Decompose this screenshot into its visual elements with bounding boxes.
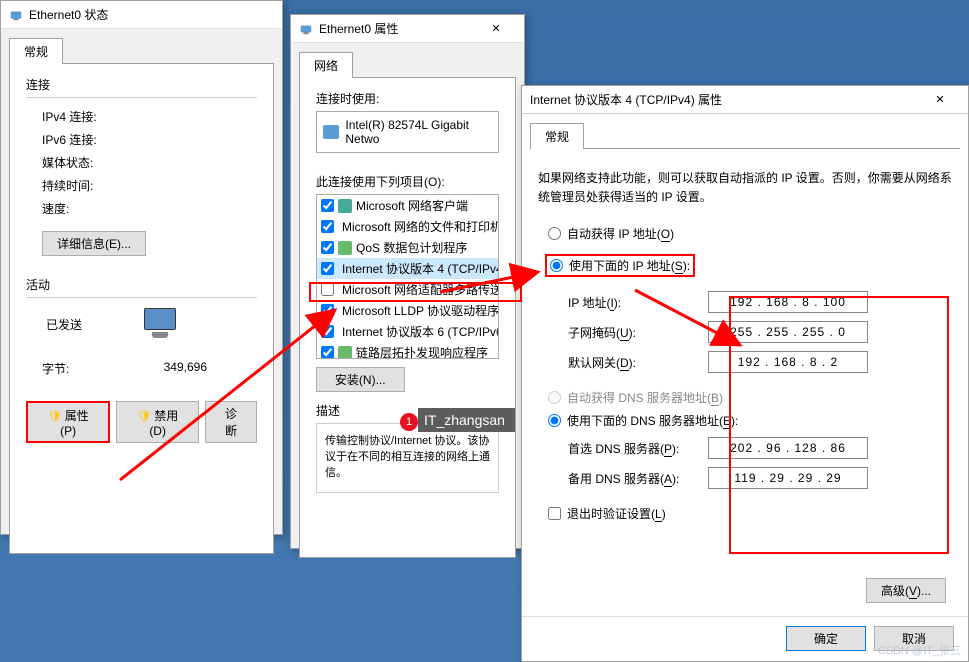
protocol-checkbox[interactable] [321, 220, 334, 233]
protocol-label: Microsoft 网络客户端 [356, 197, 468, 214]
connect-using-label: 连接时使用: [316, 90, 499, 107]
protocol-checkbox[interactable] [321, 241, 334, 254]
validate-checkbox-row[interactable]: 退出时验证设置(L) [548, 505, 952, 522]
protocol-label: Microsoft 网络适配器多路传送 [342, 281, 499, 298]
dns2-input[interactable]: 119 . 29 . 29 . 29 [708, 467, 868, 489]
monitor-icon [141, 308, 179, 340]
ethernet-icon [299, 22, 313, 36]
protocol-label: Microsoft LLDP 协议驱动程序 [342, 302, 499, 319]
titlebar[interactable]: Ethernet0 属性 [291, 15, 524, 43]
use-ip-radio-row[interactable]: 使用下面的 IP 地址(S): [545, 254, 695, 277]
protocol-item-1[interactable]: Microsoft 网络的文件和打印机 [317, 216, 498, 237]
status-window: Ethernet0 状态 常规 连接 IPv4 连接: IPv6 连接: 媒体状… [0, 0, 283, 535]
auto-ip-radio-row[interactable]: 自动获得 IP 地址(O) [548, 225, 952, 242]
adapter-box[interactable]: Intel(R) 82574L Gigabit Netwo [316, 111, 499, 153]
use-dns-label: 使用下面的 DNS 服务器地址(E): [567, 412, 738, 429]
description-text: 传输控制协议/Internet 协议。该协议于在不同的相互连接的网络上通信。 [316, 423, 499, 493]
protocol-checkbox[interactable] [321, 346, 334, 359]
adapter-icon [323, 125, 339, 139]
protocol-checkbox[interactable] [321, 262, 334, 275]
protocol-item-2[interactable]: QoS 数据包计划程序 [317, 237, 498, 258]
ip-address-input[interactable]: 192 . 168 . 8 . 100 [708, 291, 868, 313]
protocol-checkbox[interactable] [321, 283, 334, 296]
uses-items-label: 此连接使用下列项目(O): [316, 173, 499, 190]
protocol-label: Microsoft 网络的文件和打印机 [342, 218, 499, 235]
protocol-label: 链路层拓扑发现响应程序 [356, 344, 488, 359]
description-text: 如果网络支持此功能，则可以获取自动指派的 IP 设置。否则，你需要从网络系统管理… [538, 169, 952, 207]
protocol-label: Internet 协议版本 4 (TCP/IPv4) [342, 260, 499, 277]
advanced-button[interactable]: 高级(V)... [866, 578, 946, 603]
details-button[interactable]: 详细信息(E)... [42, 231, 146, 256]
protocol-icon [338, 199, 352, 213]
watermark-tag: IT_zhangsan [418, 408, 515, 432]
titlebar[interactable]: Ethernet0 状态 [1, 1, 282, 29]
protocol-list[interactable]: Microsoft 网络客户端 Microsoft 网络的文件和打印机 QoS 数据… [316, 194, 499, 359]
gateway-label: 默认网关(D): [568, 354, 708, 371]
titlebar[interactable]: Internet 协议版本 4 (TCP/IPv4) 属性 [522, 86, 968, 114]
disable-button[interactable]: 🛡禁用(D) [116, 401, 199, 443]
protocol-checkbox[interactable] [321, 325, 334, 338]
protocol-item-7[interactable]: 链路层拓扑发现响应程序 [317, 342, 498, 359]
auto-dns-radio [548, 391, 561, 404]
protocol-checkbox[interactable] [321, 304, 334, 317]
close-button[interactable] [920, 87, 960, 113]
protocol-item-4[interactable]: Microsoft 网络适配器多路传送 [317, 279, 498, 300]
auto-ip-label: 自动获得 IP 地址(O) [567, 225, 674, 242]
protocol-item-6[interactable]: Internet 协议版本 6 (TCP/IPv6) [317, 321, 498, 342]
properties-button[interactable]: 🛡属性(P) [26, 401, 110, 443]
annotation-badge-1: 1 [400, 413, 418, 431]
subnet-input[interactable]: 255 . 255 . 255 . 0 [708, 321, 868, 343]
ipv4-label: IPv4 连接: [26, 108, 176, 125]
install-button[interactable]: 安装(N)... [316, 367, 405, 392]
ipv6-label: IPv6 连接: [26, 131, 176, 148]
bytes-sent-value: 349,696 [164, 360, 207, 377]
speed-label: 速度: [26, 200, 176, 217]
use-dns-radio-row[interactable]: 使用下面的 DNS 服务器地址(E): [548, 412, 952, 429]
media-label: 媒体状态: [26, 154, 176, 171]
protocol-icon [338, 241, 352, 255]
auto-dns-radio-row: 自动获得 DNS 服务器地址(B) [548, 389, 952, 406]
diagnose-button[interactable]: 诊断 [205, 401, 257, 443]
window-title: Internet 协议版本 4 (TCP/IPv4) 属性 [530, 91, 920, 108]
ip-address-label: IP 地址(I): [568, 294, 708, 311]
tab-general[interactable]: 常规 [9, 38, 63, 64]
tcpip-window: Internet 协议版本 4 (TCP/IPv4) 属性 常规 如果网络支持此… [521, 85, 969, 662]
activity-section-label: 活动 [26, 276, 257, 293]
close-button[interactable] [476, 16, 516, 42]
dns1-label: 首选 DNS 服务器(P): [568, 440, 708, 457]
use-dns-radio[interactable] [548, 414, 561, 427]
dns2-label: 备用 DNS 服务器(A): [568, 470, 708, 487]
validate-checkbox[interactable] [548, 507, 561, 520]
protocol-icon [338, 346, 352, 360]
protocol-label: QoS 数据包计划程序 [356, 239, 467, 256]
use-ip-label: 使用下面的 IP 地址(S): [569, 257, 690, 274]
gateway-input[interactable]: 192 . 168 . 8 . 2 [708, 351, 868, 373]
sent-label: 已发送 [46, 316, 82, 333]
adapter-name: Intel(R) 82574L Gigabit Netwo [345, 118, 492, 146]
ok-button[interactable]: 确定 [786, 626, 866, 651]
tab-general[interactable]: 常规 [530, 123, 584, 149]
auto-dns-label: 自动获得 DNS 服务器地址(B) [567, 389, 723, 406]
protocol-checkbox[interactable] [321, 199, 334, 212]
bytes-label: 字节: [26, 360, 164, 377]
protocol-item-3[interactable]: Internet 协议版本 4 (TCP/IPv4) [317, 258, 498, 279]
protocol-label: Internet 协议版本 6 (TCP/IPv6) [342, 323, 499, 340]
duration-label: 持续时间: [26, 177, 176, 194]
auto-ip-radio[interactable] [548, 227, 561, 240]
use-ip-radio[interactable] [550, 259, 563, 272]
properties-window: Ethernet0 属性 网络 连接时使用: Intel(R) 82574L G… [290, 14, 525, 549]
tab-network[interactable]: 网络 [299, 52, 353, 78]
protocol-item-0[interactable]: Microsoft 网络客户端 [317, 195, 498, 216]
connection-section-label: 连接 [26, 76, 257, 93]
window-title: Ethernet0 状态 [29, 6, 274, 23]
ethernet-icon [9, 8, 23, 22]
subnet-label: 子网掩码(U): [568, 324, 708, 341]
validate-label: 退出时验证设置(L) [567, 505, 666, 522]
window-title: Ethernet0 属性 [319, 20, 476, 37]
dns1-input[interactable]: 202 . 96 . 128 . 86 [708, 437, 868, 459]
protocol-item-5[interactable]: Microsoft LLDP 协议驱动程序 [317, 300, 498, 321]
footer-watermark: CSDN @IT_张三 [878, 642, 961, 658]
